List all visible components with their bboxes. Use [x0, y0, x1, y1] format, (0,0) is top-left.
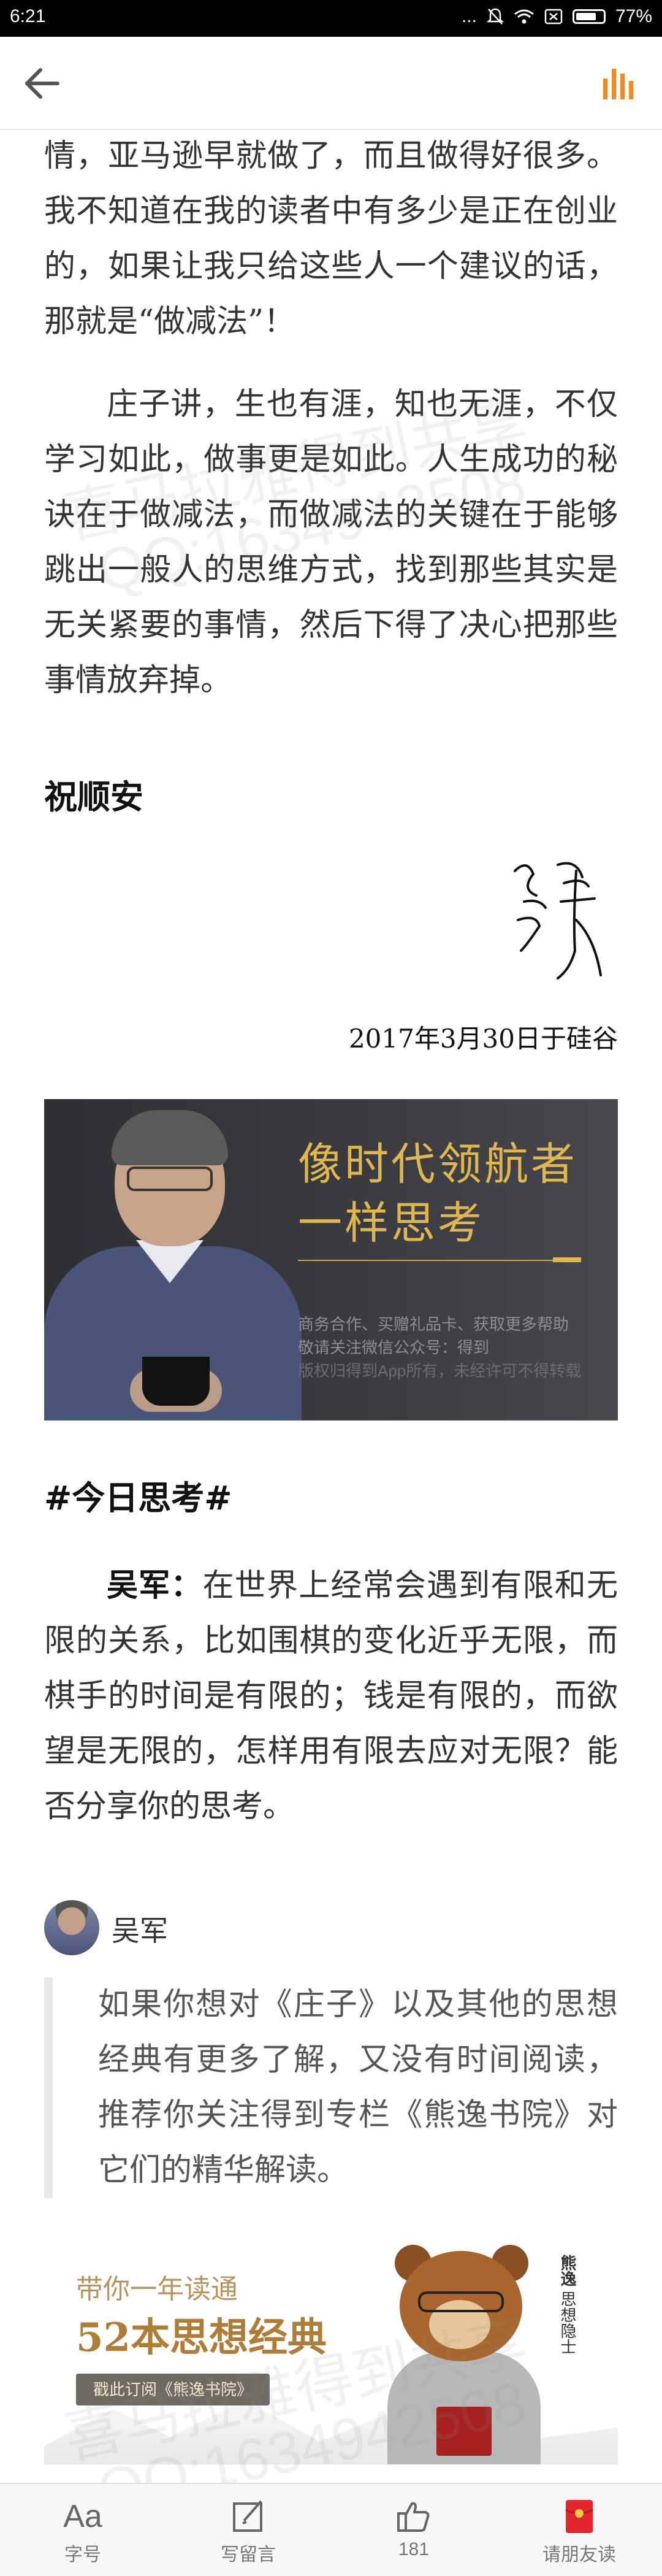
- subscribe-button[interactable]: 戳此订阅《熊逸书院》: [76, 2374, 270, 2405]
- article-paragraph: 情，亚马逊早就做了，而且做得好很多。我不知道在我的读者中有多少是正在创业的，如果…: [44, 138, 618, 340]
- comment-author-name[interactable]: 吴军: [112, 1909, 168, 1949]
- status-bar: 6:21 ... 77%: [0, 0, 662, 37]
- closing-greeting: 祝顺安: [44, 777, 143, 816]
- promo-vertical-text: 熊逸 思想隐士: [558, 2255, 577, 2355]
- tab-label: 请朋友读: [542, 2545, 616, 2565]
- question-author: 吴军：: [107, 1567, 203, 1604]
- daily-thinking-heading: #今日思考#: [44, 1478, 232, 1517]
- xiongyi-promo-banner[interactable]: 带你一年读通 52本思想经典 戳此订阅《熊逸书院》 熊逸 思想隐士: [44, 2231, 618, 2464]
- banner-copyright: 版权归得到App所有，未经许可不得转载: [298, 1362, 582, 1380]
- daily-thinking-question: 吴军：在世界上经常会遇到有限和无限的关系，比如围棋的变化近乎无限，而棋手的时间是…: [44, 1558, 618, 1834]
- comment-text: 如果你想对《庄子》以及其他的思想经典有更多了解，又没有时间阅读，推荐你关注得到专…: [98, 1987, 618, 2188]
- promo-vertical-bold: 熊逸: [558, 2255, 577, 2287]
- avatar[interactable]: [44, 1900, 99, 1955]
- status-time: 6:21: [10, 6, 46, 26]
- app-bar: [0, 37, 662, 130]
- question-text: 在世界上经常会遇到有限和无限的关系，比如围棋的变化近乎无限，而棋手的时间是有限的…: [44, 1568, 618, 1825]
- status-icons: ... 77%: [462, 6, 652, 27]
- portrait-hair: [112, 1110, 228, 1165]
- banner-accent-dash: [553, 1257, 581, 1262]
- red-envelope-icon: [565, 2500, 593, 2533]
- font-size-icon: Aa: [63, 2499, 102, 2534]
- banner-info-line: 商务合作、买赠礼品卡、获取更多帮助: [298, 1315, 569, 1333]
- wifi-icon: [514, 9, 534, 24]
- handwritten-signature: [514, 862, 602, 979]
- font-size-button[interactable]: Aa 字号: [0, 2484, 166, 2576]
- like-button[interactable]: 181: [331, 2484, 496, 2576]
- banner-info-line: 敬请关注微信公众号：得到: [298, 1338, 490, 1357]
- portrait-glasses: [127, 1167, 213, 1191]
- promo-line2: 52本思想经典: [76, 2315, 327, 2361]
- bear-glasses: [418, 2291, 504, 2312]
- article-paragraph: 庄子讲，生也有涯，知也无涯，不仅学习如此，做事更是如此。人生成功的秘诀在于做减法…: [44, 386, 618, 699]
- banner-divider: [298, 1260, 574, 1261]
- date-line: 2017年3月30日于硅谷: [348, 1024, 618, 1054]
- article-body: 情，亚马逊早就做了，而且做得好很多。我不知道在我的读者中有多少是正在创业的，如果…: [44, 129, 618, 708]
- like-count: 181: [398, 2539, 430, 2559]
- banner-title-line2: 一样思考: [298, 1197, 485, 1249]
- promo-banner-image: 像时代领航者 一样思考 商务合作、买赠礼品卡、获取更多帮助 敬请关注微信公众号：…: [44, 1099, 618, 1420]
- battery-icon: [572, 9, 606, 24]
- tab-label: 写留言: [221, 2545, 276, 2565]
- comment-quote: 如果你想对《庄子》以及其他的思想经典有更多了解，又没有时间阅读，推荐你关注得到专…: [44, 1977, 618, 2198]
- more-notifications-icon: ...: [461, 6, 477, 26]
- mute-icon: [486, 8, 504, 25]
- bottom-toolbar: Aa 字号 写留言 181 请朋友读: [0, 2483, 662, 2576]
- promo-vertical-sub: 思想隐士: [558, 2291, 577, 2355]
- write-comment-button[interactable]: 写留言: [166, 2484, 331, 2576]
- battery-percent: 77%: [615, 6, 652, 26]
- audio-bars-icon[interactable]: [601, 66, 640, 101]
- sim-card-icon: [544, 9, 563, 25]
- banner-title-line1: 像时代领航者: [298, 1138, 578, 1190]
- coffee-mug-icon: [142, 1357, 210, 1406]
- compose-icon: [233, 2500, 262, 2532]
- invite-friend-button[interactable]: 请朋友读: [496, 2484, 662, 2576]
- book-icon: [436, 2407, 492, 2456]
- tab-label: 字号: [64, 2545, 101, 2565]
- thumbs-up-icon: [397, 2502, 430, 2532]
- banner-title: 像时代领航者 一样思考: [298, 1135, 604, 1252]
- back-arrow-icon[interactable]: [22, 64, 61, 103]
- promo-line1: 带你一年读通: [76, 2274, 238, 2305]
- banner-info: 商务合作、买赠礼品卡、获取更多帮助 敬请关注微信公众号：得到 版权归得到App所…: [298, 1313, 604, 1382]
